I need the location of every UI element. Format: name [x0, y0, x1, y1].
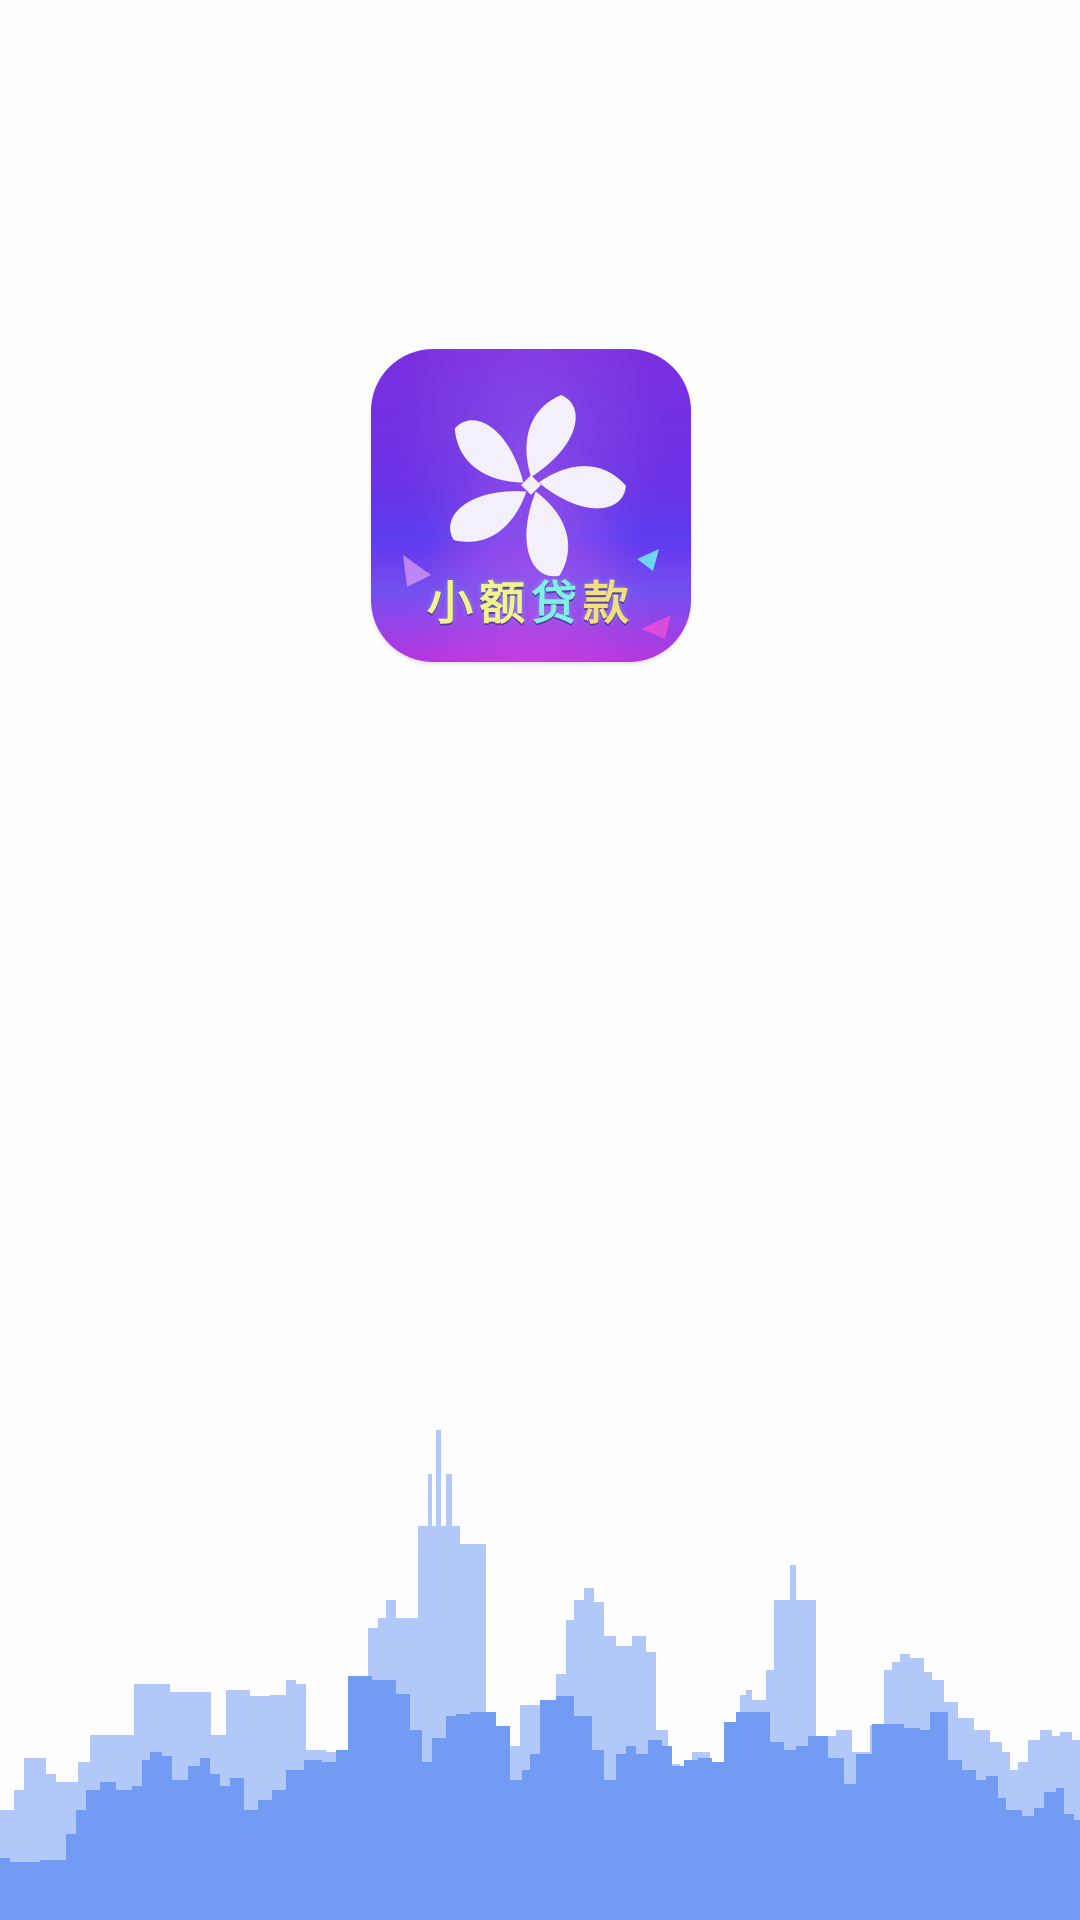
logo-shard-bottom	[641, 615, 671, 639]
title-char-3: 贷	[531, 576, 583, 630]
title-char-2: 额	[479, 576, 531, 630]
city-skyline-illustration	[0, 1430, 1080, 1920]
title-char-4: 款	[583, 576, 635, 630]
logo-shard-right	[637, 549, 659, 571]
pinwheel-icon	[450, 395, 626, 577]
logo-shard-left	[403, 555, 431, 587]
app-logo: 小额贷款	[371, 349, 691, 662]
splash-screen: 小额贷款	[0, 0, 1080, 1920]
